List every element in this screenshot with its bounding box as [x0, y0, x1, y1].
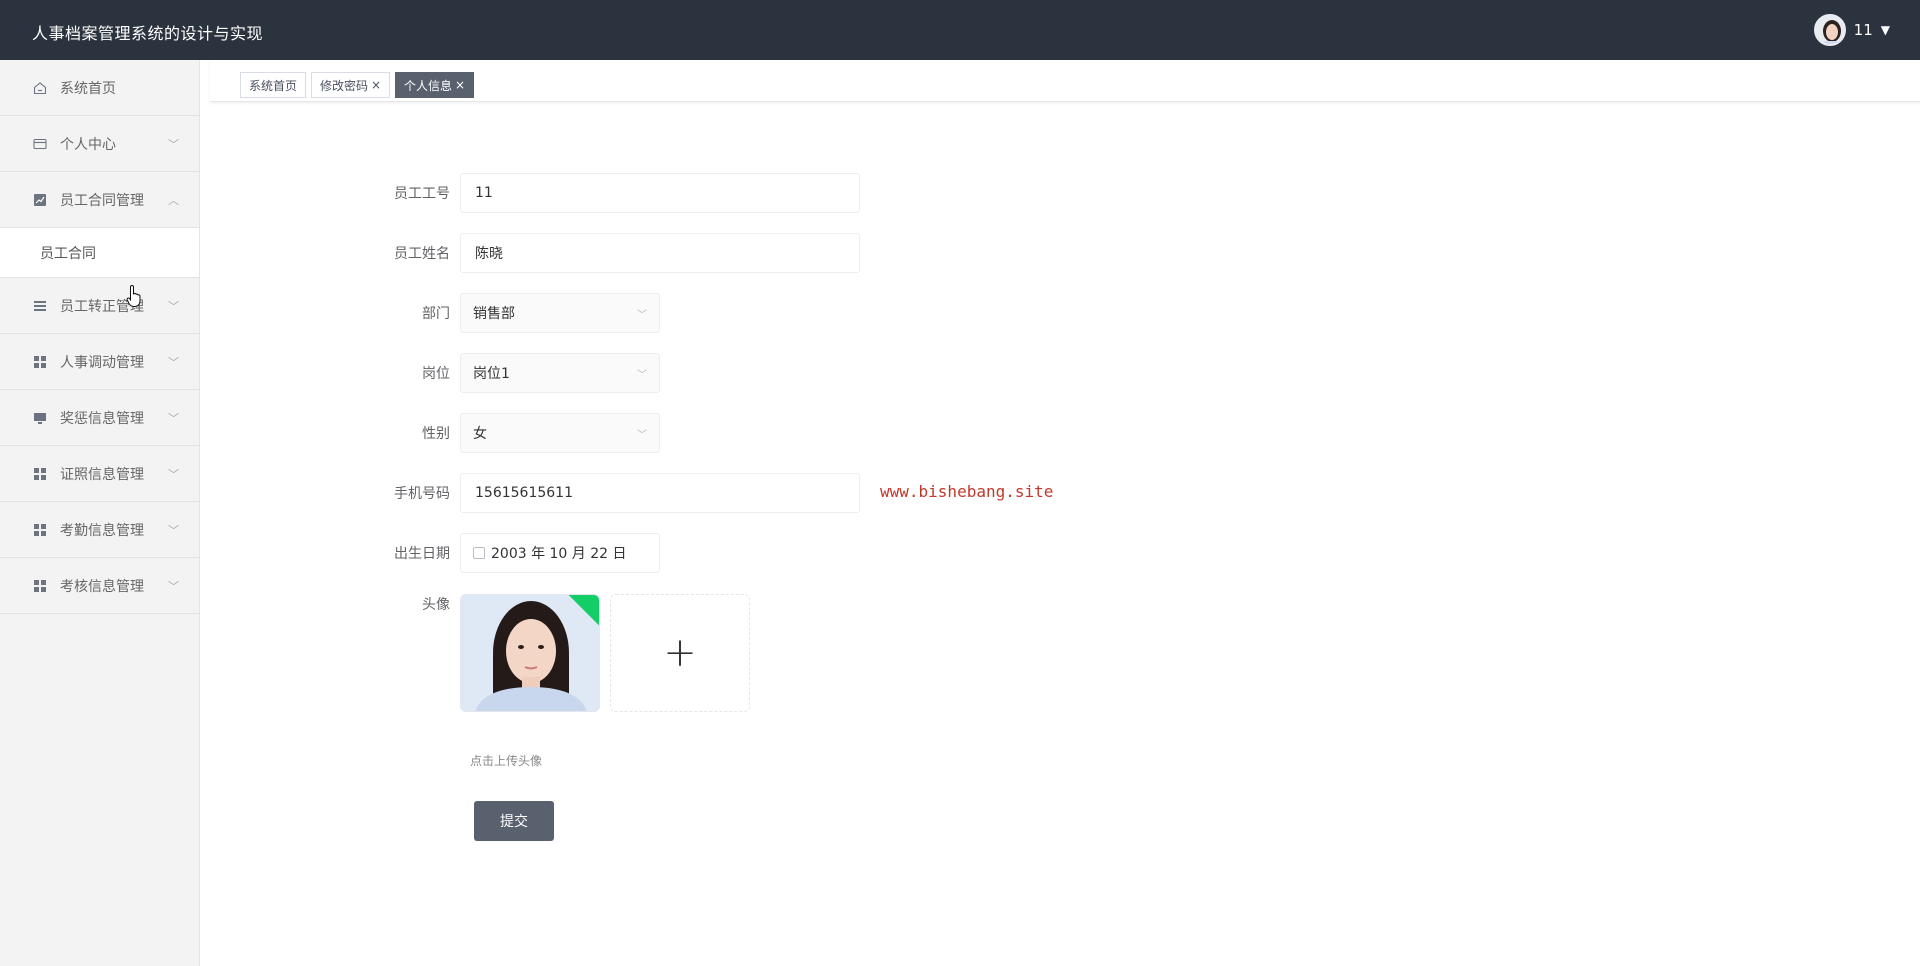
form-row-position: 岗位 岗位1 ﹀ — [380, 353, 660, 393]
department-select[interactable]: 销售部 ﹀ — [460, 293, 660, 333]
gender-select[interactable]: 女 ﹀ — [460, 413, 660, 453]
employee-id-label: 员工工号 — [394, 186, 450, 202]
phone-label: 手机号码 — [394, 486, 450, 502]
form-row-employee-id: 员工工号 11 — [380, 173, 860, 213]
sidebar-item-regularization[interactable]: 员工转正管理 ﹀ — [0, 278, 199, 334]
form-row-birthday: 出生日期 2003 年 10 月 22 日 — [380, 533, 660, 573]
avatar-label: 头像 — [422, 597, 450, 613]
monitor-icon — [32, 410, 48, 426]
sidebar-item-label: 个人中心 — [60, 136, 116, 153]
sidebar-subitem-contract[interactable]: 员工合同 — [0, 228, 199, 278]
chevron-down-icon: ﹀ — [637, 310, 647, 321]
sidebar-item-label: 员工合同管理 — [60, 192, 144, 209]
chevron-down-icon: ﹀ — [168, 524, 179, 537]
employee-name-label: 员工姓名 — [394, 246, 450, 262]
sidebar-item-label: 系统首页 — [60, 80, 116, 97]
chevron-down-icon: ﹀ — [168, 468, 179, 481]
tab-change-password[interactable]: 修改密码 × — [311, 72, 391, 98]
position-label: 岗位 — [422, 366, 450, 382]
chart-icon — [32, 192, 48, 208]
upload-add-button[interactable]: + — [610, 594, 750, 712]
chevron-up-icon: ︿ — [168, 194, 179, 207]
employee-id-field[interactable]: 11 — [460, 173, 860, 213]
chevron-down-icon: ﹀ — [168, 138, 179, 151]
grid-icon — [32, 466, 48, 482]
avatar[interactable] — [1813, 14, 1846, 46]
birthday-value: 2003 年 10 月 22 日 — [491, 546, 627, 562]
sidebar-item-label: 证照信息管理 — [60, 466, 144, 483]
chevron-down-icon: ﹀ — [637, 430, 647, 441]
sidebar-item-attendance[interactable]: 考勤信息管理 ﹀ — [0, 502, 199, 558]
gender-value: 女 — [473, 426, 487, 442]
sidebar-item-certificates[interactable]: 证照信息管理 ﹀ — [0, 446, 199, 502]
grid-icon — [32, 354, 48, 370]
sidebar-item-assessment[interactable]: 考核信息管理 ﹀ — [0, 558, 199, 614]
position-select[interactable]: 岗位1 ﹀ — [460, 353, 660, 393]
chevron-down-icon: ﹀ — [168, 300, 179, 313]
sidebar-item-transfer[interactable]: 人事调动管理 ﹀ — [0, 334, 199, 390]
upload-tip: 点击上传头像 — [470, 754, 543, 768]
username[interactable]: 11 — [1854, 21, 1873, 39]
sidebar-item-label: 人事调动管理 — [60, 354, 144, 371]
position-value: 岗位1 — [473, 366, 510, 382]
tab-home[interactable]: 系统首页 — [240, 72, 307, 98]
close-icon[interactable]: × — [455, 78, 465, 92]
tab-personal-info[interactable]: 个人信息 × — [395, 72, 475, 98]
plus-icon: + — [663, 630, 697, 676]
grid-icon — [32, 522, 48, 538]
employee-name-field[interactable]: 陈晓 — [460, 233, 860, 273]
sidebar-item-label: 考勤信息管理 — [60, 522, 144, 539]
sidebar-item-rewards[interactable]: 奖惩信息管理 ﹀ — [0, 390, 199, 446]
list-icon — [32, 298, 48, 314]
close-icon[interactable]: × — [371, 78, 381, 92]
chevron-down-icon: ﹀ — [637, 370, 647, 381]
form-row-department: 部门 销售部 ﹀ — [380, 293, 660, 333]
calendar-icon — [473, 547, 485, 559]
caret-down-icon[interactable]: ▼ — [1881, 23, 1890, 37]
department-label: 部门 — [422, 306, 450, 322]
tab-label: 个人信息 — [404, 78, 453, 93]
submit-button[interactable]: 提交 — [474, 801, 554, 841]
sidebar: 系统首页 个人中心 ﹀ 员工合同管理 ︿ 员工合同 员工转正管理 ﹀ 人事调动管… — [0, 60, 200, 966]
chevron-down-icon: ﹀ — [168, 580, 179, 593]
avatar-upload-list: + — [460, 594, 750, 712]
sidebar-item-label: 考核信息管理 — [60, 578, 144, 595]
tabs-bar: 系统首页 修改密码 × 个人信息 × — [210, 60, 1920, 102]
phone-field[interactable]: 15615615611 — [460, 473, 860, 513]
birthday-date-picker[interactable]: 2003 年 10 月 22 日 — [460, 533, 660, 573]
form-row-avatar: 头像 + — [380, 594, 750, 712]
app-title: 人事档案管理系统的设计与实现 — [32, 24, 264, 43]
watermark-text: www.bishebang.site — [880, 482, 1054, 501]
tab-label: 修改密码 — [320, 78, 369, 93]
chevron-down-icon: ﹀ — [168, 356, 179, 369]
grid-icon — [32, 578, 48, 594]
department-value: 销售部 — [473, 306, 515, 322]
sidebar-item-home[interactable]: 系统首页 — [0, 60, 199, 116]
sidebar-item-personal-center[interactable]: 个人中心 ﹀ — [0, 116, 199, 172]
birthday-label: 出生日期 — [394, 546, 450, 562]
gender-label: 性别 — [422, 426, 450, 442]
tab-label: 系统首页 — [249, 78, 298, 93]
home-icon — [32, 80, 48, 96]
avatar-thumbnail[interactable] — [460, 594, 600, 712]
card-icon — [32, 136, 48, 152]
hand-cursor-icon — [126, 284, 146, 308]
user-menu[interactable]: 11 ▼ — [1813, 12, 1890, 48]
form-row-phone: 手机号码 15615615611 — [380, 473, 860, 513]
form-row-employee-name: 员工姓名 陈晓 — [380, 233, 860, 273]
form-row-gender: 性别 女 ﹀ — [380, 413, 660, 453]
top-header: 人事档案管理系统的设计与实现 11 ▼ — [0, 0, 1920, 60]
sidebar-item-contract-management[interactable]: 员工合同管理 ︿ — [0, 172, 199, 228]
chevron-down-icon: ﹀ — [168, 412, 179, 425]
submenu-label: 员工合同 — [40, 245, 96, 262]
sidebar-item-label: 奖惩信息管理 — [60, 410, 144, 427]
